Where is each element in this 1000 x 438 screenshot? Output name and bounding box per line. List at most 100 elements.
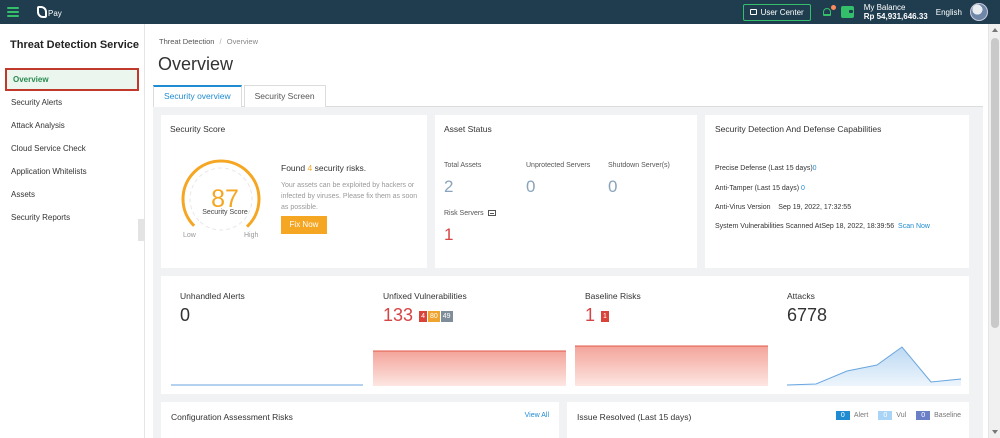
logo-text: Pay [48,9,62,18]
sidebar-item-security-alerts[interactable]: Security Alerts [0,91,144,114]
risk-servers-value[interactable]: 1 [444,225,453,245]
wallet-icon[interactable] [840,6,854,18]
anti-tamper-value[interactable]: 0 [801,185,805,192]
unfixed-vulnerabilities-value[interactable]: 133 [383,305,413,325]
legend-alert-count: 0 [835,411,850,420]
baseline-risks-value[interactable]: 1 [585,305,595,325]
tab-bar: Security overview Security Screen [153,85,983,107]
baseline-area [575,346,768,386]
baseline-badge-high: 1 [601,311,609,322]
main-panel: Threat Detection / Overview Overview Sec… [145,24,988,438]
unhandled-alerts-label: Unhandled Alerts [180,291,245,301]
found-count[interactable]: 4 [307,163,312,173]
found-risks-text: Found 4 security risks. [281,163,366,173]
sidebar-item-attack-analysis[interactable]: Attack Analysis [0,114,144,137]
logo[interactable]: Pay [37,6,62,18]
anti-tamper-label: Anti-Tamper (Last 15 days) [715,185,800,192]
legend-vul-count: 0 [878,411,893,420]
risk-servers-label: Risk Servers [444,210,484,217]
anti-virus-row: Anti-Virus Version Sep 19, 2022, 17:32:5… [715,204,851,211]
logo-mark-icon [37,6,47,18]
sidebar-item-application-whitelists[interactable]: Application Whitelists [0,160,144,183]
sidebar-title: Threat Detection Service [10,39,139,51]
stats-sparklines [171,345,962,386]
precise-defense-label: Precise Defense (Last 15 days) [715,165,813,172]
risk-servers-label-wrap: Risk Servers [444,210,496,217]
language-selector[interactable]: English [936,8,962,17]
vulnerability-scan-value: Sep 18, 2022, 18:39:56 [821,223,895,230]
avatar[interactable] [970,3,988,21]
attacks-value[interactable]: 6778 [787,305,827,326]
user-center-button[interactable]: User Center [742,3,811,21]
security-score-card: Security Score 87 Security Score Low Hig… [161,115,427,268]
asset-status-title: Asset Status [444,124,492,134]
sidebar-collapse-handle[interactable] [138,219,145,241]
user-center-label: User Center [760,7,804,17]
security-score-label: Security Score [202,209,248,216]
scroll-up-icon[interactable] [992,28,998,32]
sidebar-item-security-reports[interactable]: Security Reports [0,206,144,229]
total-assets-value[interactable]: 2 [444,177,453,197]
vulnerabilities-area [373,351,566,386]
config-risks-card: Configuration Assessment Risks View All [161,402,559,438]
total-assets-label: Total Assets [444,162,482,169]
page-scrollbar[interactable] [988,24,1000,438]
breadcrumb-parent[interactable]: Threat Detection [159,37,214,46]
found-prefix: Found [281,163,306,173]
config-risks-title: Configuration Assessment Risks [171,412,293,422]
legend-vul-label[interactable]: Vul [896,412,906,419]
top-bar: Pay User Center My Balance Rp 54,931,646… [0,0,1000,24]
balance-label: My Balance [863,3,906,12]
asset-status-card: Asset Status Total Assets 2 Unprotected … [435,115,697,268]
legend-alert-label[interactable]: Alert [854,412,868,419]
baseline-risks-group: 1 1 [585,305,609,326]
tab-security-screen[interactable]: Security Screen [243,85,326,107]
breadcrumb: Threat Detection / Overview [159,37,258,46]
tab-security-overview[interactable]: Security overview [153,85,242,107]
vulnerability-scan-label: System Vulnerabilities Scanned At [715,223,822,230]
unhandled-alerts-value[interactable]: 0 [180,305,190,326]
fix-now-button[interactable]: Fix Now [281,216,327,234]
capabilities-card: Security Detection And Defense Capabilit… [705,115,969,268]
sidebar-item-assets[interactable]: Assets [0,183,144,206]
monitor-icon [749,9,757,15]
capabilities-title: Security Detection And Defense Capabilit… [715,124,882,134]
attacks-area [787,347,961,386]
server-icon [487,210,496,217]
stats-card: Unhandled Alerts 0 Unfixed Vulnerabiliti… [161,276,969,394]
attacks-label: Attacks [787,291,815,301]
gauge-low-label: Low [183,232,196,239]
sidebar-item-cloud-service-check[interactable]: Cloud Service Check [0,137,144,160]
view-all-link[interactable]: View All [525,412,549,419]
precise-defense-value[interactable]: 0 [813,165,817,172]
found-suffix: security risks. [314,163,367,173]
scrollbar-thumb[interactable] [991,38,999,328]
shutdown-servers-value[interactable]: 0 [608,177,617,197]
security-score-title: Security Score [170,124,226,134]
anti-virus-label: Anti-Virus Version [715,204,771,211]
scroll-down-icon[interactable] [992,430,998,434]
vuln-badge-high: 4 [419,311,427,322]
anti-virus-value: Sep 19, 2022, 17:32:55 [778,204,852,211]
sidebar-item-overview[interactable]: Overview [5,68,139,91]
baseline-risks-label: Baseline Risks [585,291,641,301]
unprotected-servers-value[interactable]: 0 [526,177,535,197]
menu-icon[interactable] [7,7,19,17]
anti-tamper-row: Anti-Tamper (Last 15 days) 0 [715,185,805,192]
sidebar: Threat Detection Service Overview Securi… [0,24,145,438]
issue-resolved-title: Issue Resolved (Last 15 days) [577,412,692,422]
scan-now-link[interactable]: Scan Now [898,223,930,230]
found-risks-description: Your assets can be exploited by hackers … [281,182,418,211]
balance-value: Rp 54,931,646.33 [863,12,928,21]
precise-defense-row: Precise Defense (Last 15 days)0 [715,165,817,172]
legend-baseline-label[interactable]: Baseline [934,412,961,419]
unfixed-vulnerabilities-label: Unfixed Vulnerabilities [383,291,467,301]
balance: My Balance Rp 54,931,646.33 [864,3,928,21]
vuln-badge-low: 49 [440,311,453,322]
unfixed-vulnerabilities-group: 133 4 80 49 [383,305,453,326]
issue-resolved-legend: 0 Alert 0 Vul 0 Baseline [835,411,961,420]
page-title: Overview [158,54,234,74]
notification-bell-icon[interactable] [821,4,836,19]
legend-baseline-count: 0 [916,411,931,420]
shutdown-servers-label: Shutdown Server(s) [608,162,670,169]
